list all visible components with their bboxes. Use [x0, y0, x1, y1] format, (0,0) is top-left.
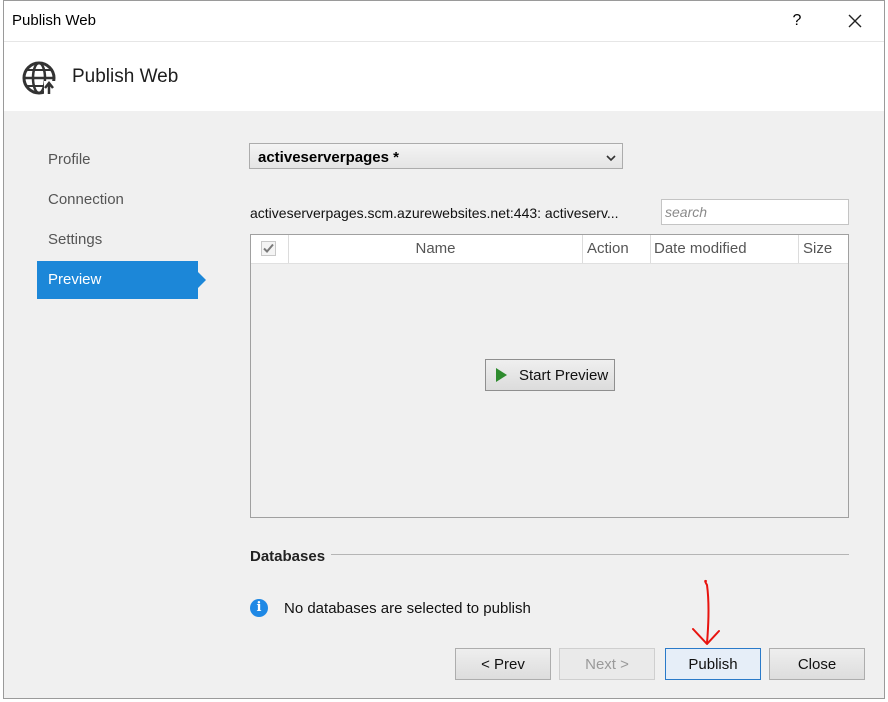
header-title: Publish Web: [72, 66, 179, 87]
databases-heading: Databases: [250, 548, 326, 565]
profile-dropdown-value: activeserverpages *: [258, 149, 399, 166]
prev-button[interactable]: < Prev: [455, 648, 551, 680]
dialog-header: Publish Web: [4, 41, 884, 111]
close-button[interactable]: Close: [769, 648, 865, 680]
preview-file-grid: Name Action Date modified Size Start Pre…: [250, 234, 849, 518]
title-bar: Publish Web ?: [4, 1, 884, 41]
profile-dropdown[interactable]: activeserverpages *: [249, 143, 623, 169]
databases-divider: [331, 554, 849, 555]
help-button[interactable]: ?: [776, 7, 818, 35]
column-header-action[interactable]: Action: [583, 235, 651, 263]
select-all-column: [251, 235, 289, 263]
nav-item-connection[interactable]: Connection: [37, 181, 207, 219]
close-icon[interactable]: [834, 7, 876, 35]
chevron-down-icon: [606, 150, 616, 168]
databases-message: No databases are selected to publish: [284, 600, 531, 617]
column-header-date-modified[interactable]: Date modified: [651, 235, 799, 263]
nav-item-preview[interactable]: Preview: [37, 261, 206, 299]
start-preview-button[interactable]: Start Preview: [485, 359, 615, 391]
connection-url: activeserverpages.scm.azurewebsites.net:…: [250, 205, 619, 221]
search-input[interactable]: [661, 199, 849, 225]
column-header-size[interactable]: Size: [799, 235, 848, 263]
play-icon: [496, 368, 507, 382]
publish-web-dialog: Publish Web ? Publish Web Profile Connec…: [3, 0, 885, 699]
wizard-nav: Profile Connection Settings Preview: [37, 141, 207, 301]
publish-button[interactable]: Publish: [665, 648, 761, 680]
column-header-name[interactable]: Name: [289, 235, 583, 263]
start-preview-label: Start Preview: [519, 367, 609, 384]
annotation-arrow-icon: [692, 579, 720, 645]
nav-item-profile[interactable]: Profile: [37, 141, 207, 179]
info-icon: i: [250, 599, 268, 617]
select-all-checkbox[interactable]: [261, 241, 276, 256]
nav-item-settings[interactable]: Settings: [37, 221, 207, 259]
window-title: Publish Web: [12, 12, 96, 29]
globe-publish-icon: [20, 58, 60, 98]
grid-header: Name Action Date modified Size: [251, 235, 848, 264]
next-button[interactable]: Next >: [559, 648, 655, 680]
